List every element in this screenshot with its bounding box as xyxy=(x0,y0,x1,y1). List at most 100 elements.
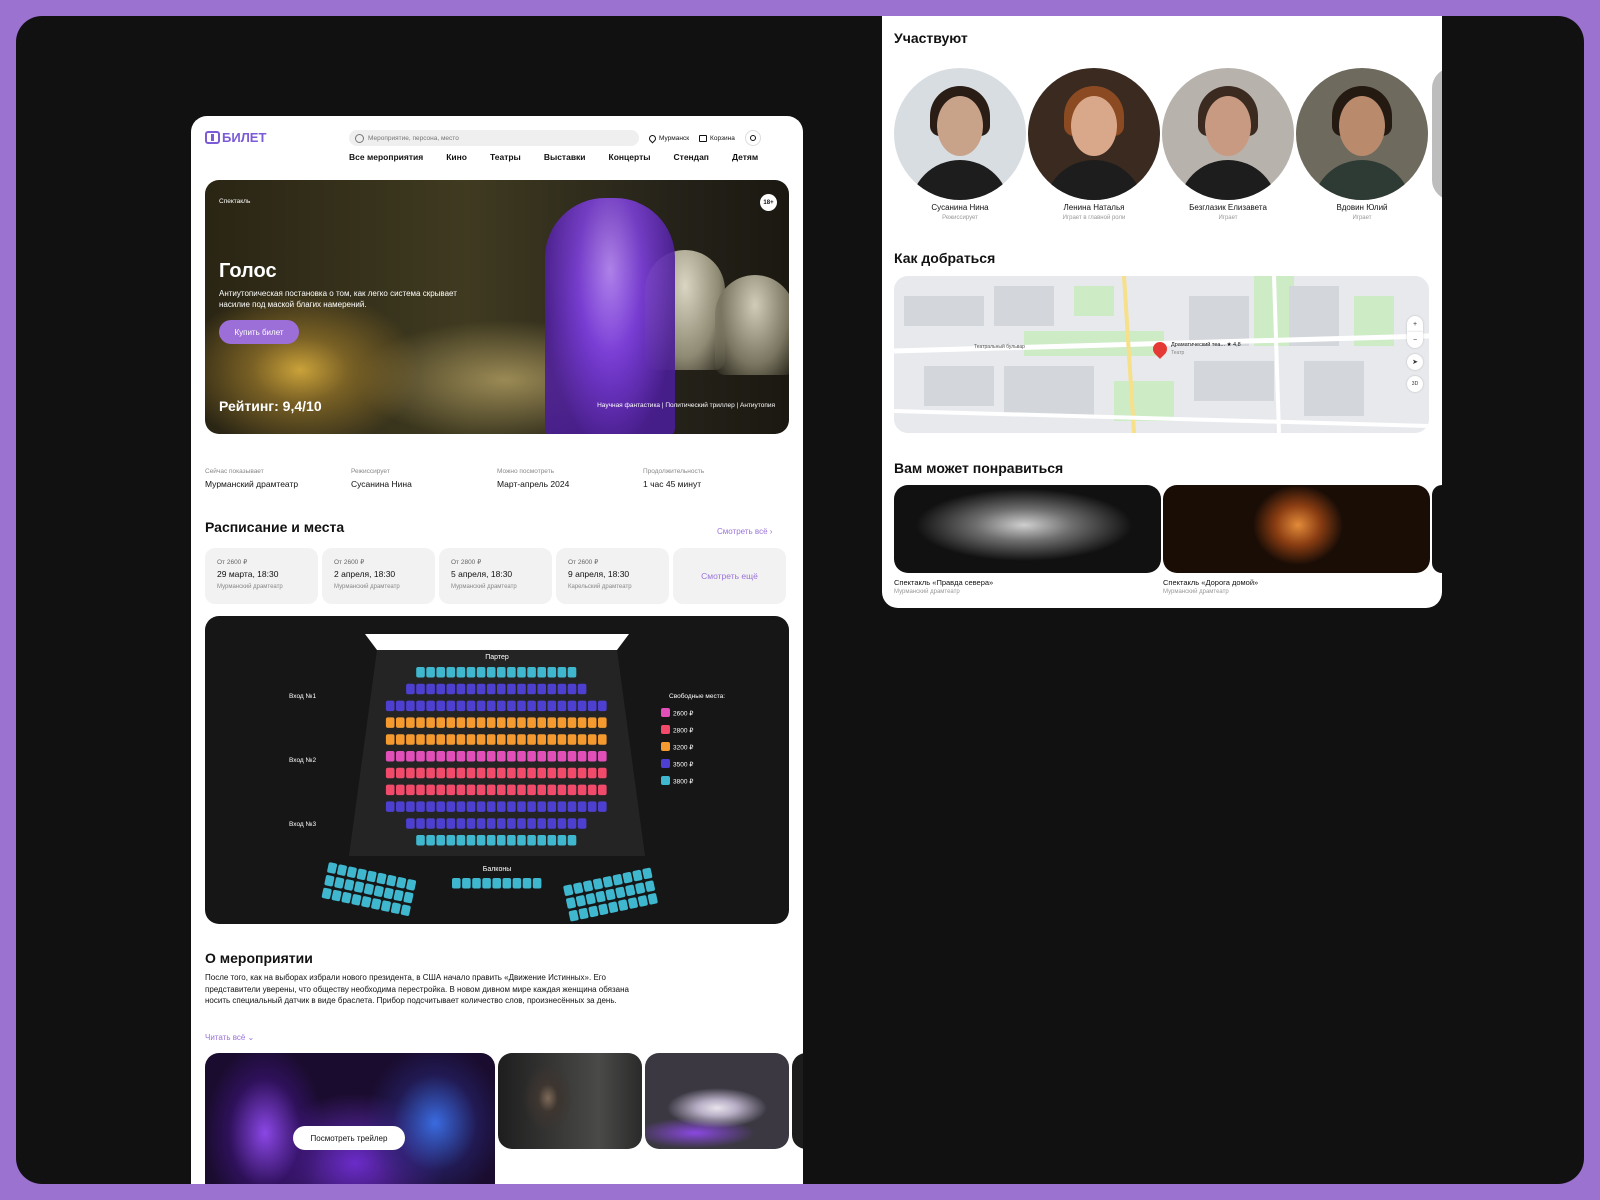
seat[interactable] xyxy=(406,717,415,728)
seat[interactable] xyxy=(466,683,476,695)
map[interactable]: Театральный бульвар Драматический теа...… xyxy=(894,276,1429,433)
seat[interactable] xyxy=(456,734,466,745)
balcony-seat[interactable] xyxy=(341,892,352,904)
balcony-seat[interactable] xyxy=(376,872,387,885)
schedule-card[interactable]: От 2600 ₽ 29 марта, 18:30 Мурманский драмт… xyxy=(205,548,318,604)
seat[interactable] xyxy=(385,751,395,762)
seat[interactable] xyxy=(577,734,587,745)
seat[interactable] xyxy=(517,818,526,829)
balcony-seat[interactable] xyxy=(635,882,646,894)
seat[interactable] xyxy=(436,717,445,728)
seat[interactable] xyxy=(547,751,557,762)
seat[interactable] xyxy=(436,784,445,796)
seat[interactable] xyxy=(416,767,425,779)
seat[interactable] xyxy=(557,784,567,796)
read-all-link[interactable]: Читать всё ⌄ xyxy=(205,1033,254,1042)
balcony-seat[interactable] xyxy=(575,895,587,907)
seat[interactable] xyxy=(547,835,557,846)
seat[interactable] xyxy=(466,784,476,796)
seat[interactable] xyxy=(456,751,466,762)
balcony-seat[interactable] xyxy=(324,875,335,887)
balcony-seat[interactable] xyxy=(532,878,542,889)
seat[interactable] xyxy=(567,835,577,846)
seat[interactable] xyxy=(476,767,486,779)
seat[interactable] xyxy=(527,751,536,762)
seat[interactable] xyxy=(486,667,496,678)
seat[interactable] xyxy=(426,717,435,728)
seat[interactable] xyxy=(466,717,476,728)
seat[interactable] xyxy=(456,700,466,712)
balcony-seat[interactable] xyxy=(492,878,501,889)
balcony-seat[interactable] xyxy=(386,874,397,887)
balcony-seat[interactable] xyxy=(573,882,584,894)
seat[interactable] xyxy=(476,751,486,762)
balcony-seat[interactable] xyxy=(598,903,609,916)
seat[interactable] xyxy=(527,835,536,846)
balcony-seat[interactable] xyxy=(602,876,614,888)
seat[interactable] xyxy=(567,700,577,712)
seat[interactable] xyxy=(547,784,557,796)
seat[interactable] xyxy=(557,734,567,745)
seat[interactable] xyxy=(567,717,577,728)
balcony-seat[interactable] xyxy=(351,894,362,906)
cast-member[interactable]: Ленина Наталья Играет в главной роли xyxy=(1028,68,1160,221)
balcony-seat[interactable] xyxy=(373,885,385,897)
seat[interactable] xyxy=(426,734,435,745)
seat[interactable] xyxy=(456,683,466,695)
seat[interactable] xyxy=(446,700,456,712)
balcony-seat[interactable] xyxy=(642,867,653,880)
seat[interactable] xyxy=(436,683,445,695)
seat[interactable] xyxy=(547,700,557,712)
seat[interactable] xyxy=(426,784,435,796)
balcony-seat[interactable] xyxy=(462,878,471,889)
balcony-seat[interactable] xyxy=(622,871,633,884)
seat[interactable] xyxy=(577,683,587,695)
seat[interactable] xyxy=(396,734,405,745)
nav-all-events[interactable]: Все мероприятия xyxy=(349,152,423,162)
balcony-seat[interactable] xyxy=(593,878,604,890)
balcony-seat[interactable] xyxy=(502,878,512,889)
seat[interactable] xyxy=(385,734,395,745)
seat[interactable] xyxy=(507,734,516,745)
seat[interactable] xyxy=(406,751,415,762)
balcony-seat[interactable] xyxy=(595,891,606,903)
seat[interactable] xyxy=(598,717,607,728)
seat[interactable] xyxy=(547,818,557,829)
balcony-seat[interactable] xyxy=(615,886,626,899)
seat[interactable] xyxy=(557,700,567,712)
seat[interactable] xyxy=(436,667,445,678)
seat[interactable] xyxy=(547,801,557,812)
schedule-card[interactable]: От 2600 ₽ 9 апреля, 18:30 Карельский драмт… xyxy=(556,548,669,604)
seat[interactable] xyxy=(406,683,415,695)
seat[interactable] xyxy=(537,667,546,678)
balcony-seat[interactable] xyxy=(371,898,382,910)
gallery-video[interactable]: Посмотреть трейлер xyxy=(205,1053,495,1184)
zoom-in-button[interactable]: + xyxy=(1407,316,1423,332)
seat[interactable] xyxy=(476,784,486,796)
cast-member[interactable]: Сусанина Нина Режиссирует xyxy=(894,68,1026,221)
seat[interactable] xyxy=(416,717,425,728)
balcony-seat[interactable] xyxy=(393,889,404,902)
nav-cinema[interactable]: Кино xyxy=(446,152,467,162)
balcony-seat[interactable] xyxy=(354,881,365,893)
seat[interactable] xyxy=(507,717,516,728)
watch-trailer-button[interactable]: Посмотреть трейлер xyxy=(293,1126,405,1150)
seat[interactable] xyxy=(527,734,536,745)
seat[interactable] xyxy=(507,667,516,678)
seat[interactable] xyxy=(537,734,546,745)
seat[interactable] xyxy=(517,667,526,678)
balcony-seat[interactable] xyxy=(390,902,402,914)
seat[interactable] xyxy=(456,717,466,728)
seat[interactable] xyxy=(567,734,577,745)
seat[interactable] xyxy=(416,751,425,762)
seat[interactable] xyxy=(486,818,496,829)
balcony-seat[interactable] xyxy=(381,900,392,912)
logo[interactable]: БИЛЕТ xyxy=(205,130,266,145)
balcony-seat[interactable] xyxy=(356,868,367,880)
seat[interactable] xyxy=(537,717,546,728)
seat[interactable] xyxy=(557,767,567,779)
seat[interactable] xyxy=(476,667,486,678)
seat[interactable] xyxy=(567,801,577,812)
seat[interactable] xyxy=(497,717,506,728)
seat[interactable] xyxy=(416,683,425,695)
